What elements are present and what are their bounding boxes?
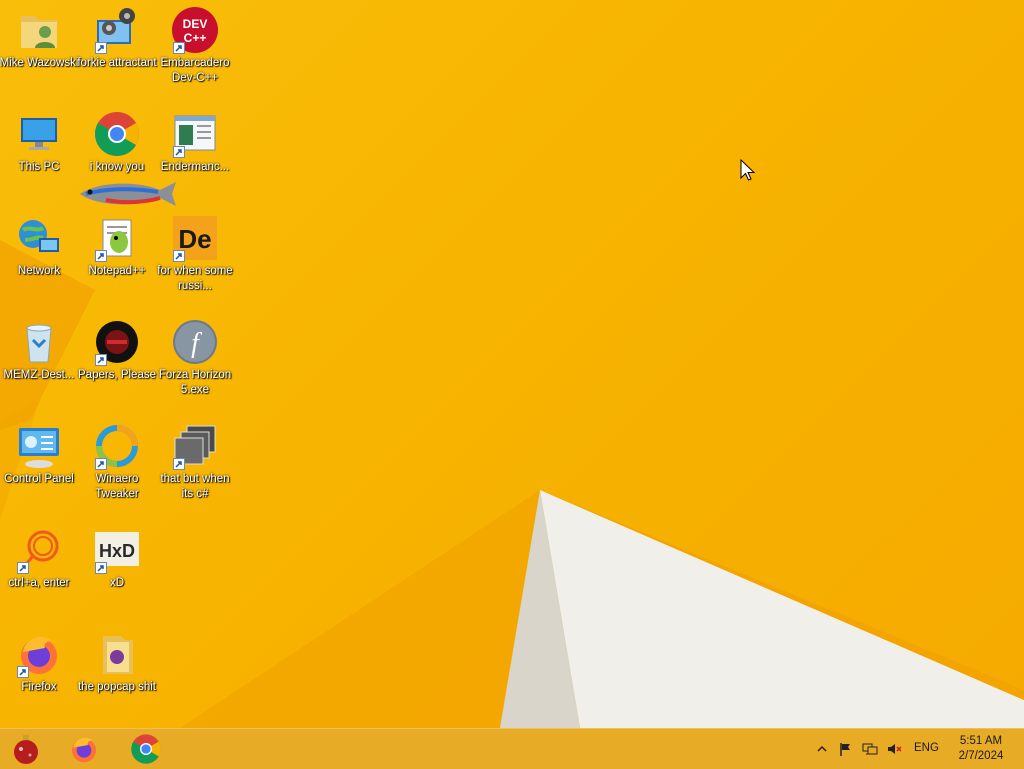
firefox-icon: [72, 737, 96, 763]
icon-label: Notepad++: [88, 265, 146, 277]
recycle-bin-icon: [15, 318, 63, 366]
svg-text:DEV: DEV: [183, 17, 208, 31]
window-thumbnail-icon: [171, 110, 219, 158]
chevron-up-icon[interactable]: [814, 741, 830, 757]
shortcut-arrow-icon: [95, 42, 107, 54]
shortcut-arrow-icon: [95, 458, 107, 470]
clock-date: 2/7/2024: [958, 750, 1004, 762]
icon-control-panel[interactable]: Control Panel: [0, 416, 78, 512]
shortcut-arrow-icon: [173, 146, 185, 158]
icon-label: Papers, Please: [78, 369, 156, 381]
icon-forza-horizon-5[interactable]: f Forza Horizon 5.exe: [156, 312, 234, 408]
network-tray-icon[interactable]: [862, 741, 878, 757]
icon-label: Winaero Tweaker: [95, 473, 139, 500]
icon-xd[interactable]: HxD xD: [78, 520, 156, 616]
shortcut-arrow-icon: [17, 666, 29, 678]
taskbar: ENG 5:51 AM 2/7/2024: [0, 728, 1024, 769]
icon-label: MEMZ-Dest...: [3, 369, 75, 381]
icon-firefox[interactable]: Firefox: [0, 624, 78, 720]
shortcut-arrow-icon: [95, 354, 107, 366]
ornament-icon: [14, 735, 38, 764]
icon-the-popcap-shit[interactable]: the popcap shit: [78, 624, 156, 720]
computer-icon: [15, 110, 63, 158]
hxd-badge: HxD: [99, 541, 135, 561]
shortcut-arrow-icon: [95, 250, 107, 262]
icon-label: Firefox: [21, 681, 57, 693]
icon-for-when-some-russi[interactable]: De for when some russi...: [156, 208, 234, 304]
taskbar-ornament-button[interactable]: [6, 733, 46, 765]
icon-that-but-when-its-csharp[interactable]: that but when its c#: [156, 416, 234, 512]
icon-label: i know you: [89, 161, 145, 173]
icon-forkie-attractant[interactable]: forkie attractant: [77, 0, 157, 96]
network-icon: [15, 214, 63, 262]
stacked-windows-icon: [171, 422, 219, 470]
shortcut-arrow-icon: [173, 458, 185, 470]
icon-label: Network: [17, 265, 61, 277]
notepad-plus-plus-icon: [93, 214, 141, 262]
icon-label: Endermanc...: [160, 161, 230, 173]
user-folder-icon: [15, 6, 63, 54]
firefox-icon: [15, 630, 63, 678]
icon-label: xD: [109, 577, 125, 589]
icon-label: Embarcadero Dev-C++: [160, 57, 230, 84]
chrome-icon: [93, 110, 141, 158]
dev-cpp-icon: DEV C++: [171, 6, 219, 54]
svg-text:C++: C++: [184, 31, 207, 45]
icon-label: the popcap shit: [77, 681, 156, 693]
papers-please-icon: [93, 318, 141, 366]
clock-time: 5:51 AM: [959, 735, 1003, 747]
flash-icon: f: [171, 318, 219, 366]
shortcut-arrow-icon: [173, 250, 185, 262]
ring-app-icon: [15, 526, 63, 574]
icon-label: Mike Wazowski: [0, 57, 79, 69]
language-indicator[interactable]: ENG: [914, 742, 939, 754]
icon-papers-please[interactable]: Papers, Please: [78, 312, 156, 408]
icon-label: Forza Horizon 5.exe: [158, 369, 232, 396]
hxd-icon: HxD: [93, 526, 141, 574]
icon-winaero-tweaker[interactable]: Winaero Tweaker: [78, 416, 156, 512]
taskbar-chrome-button[interactable]: [126, 733, 166, 765]
winaero-icon: [93, 422, 141, 470]
icon-embarcadero-dev-cpp[interactable]: DEV C++ Embarcadero Dev-C++: [156, 0, 234, 96]
fish-overlay[interactable]: [76, 176, 180, 212]
icon-label: that but when its c#: [160, 473, 230, 500]
folder-icon: [93, 630, 141, 678]
clock[interactable]: 5:51 AM 2/7/2024: [946, 734, 1016, 764]
mouse-cursor-icon: [740, 159, 756, 181]
control-panel-icon: [15, 422, 63, 470]
shortcut-arrow-icon: [173, 42, 185, 54]
desktop[interactable]: Mike Wazowski This PC Network MEMZ-Dest.…: [0, 0, 1024, 728]
shortcut-arrow-icon: [95, 562, 107, 574]
icon-label: Control Panel: [4, 473, 74, 485]
icon-mike-wazowski[interactable]: Mike Wazowski: [0, 0, 78, 96]
icon-notepad-plus-plus[interactable]: Notepad++: [78, 208, 156, 304]
chrome-icon: [131, 734, 161, 764]
icon-ctrl-a-enter[interactable]: ctrl+a, enter: [0, 520, 78, 616]
icon-label: for when some russi...: [157, 265, 233, 292]
flag-icon[interactable]: [838, 741, 854, 757]
taskbar-firefox-button[interactable]: [64, 733, 104, 765]
icon-label: ctrl+a, enter: [8, 577, 70, 589]
icon-memz[interactable]: MEMZ-Dest...: [0, 312, 78, 408]
volume-muted-icon[interactable]: [886, 741, 902, 757]
icon-network[interactable]: Network: [0, 208, 78, 304]
icon-label: forkie attractant: [77, 57, 157, 69]
shortcut-arrow-icon: [17, 562, 29, 574]
de-app-icon: De: [171, 214, 219, 262]
gear-monitor-icon: [93, 6, 141, 54]
icon-label: This PC: [18, 161, 60, 173]
icon-this-pc[interactable]: This PC: [0, 104, 78, 200]
